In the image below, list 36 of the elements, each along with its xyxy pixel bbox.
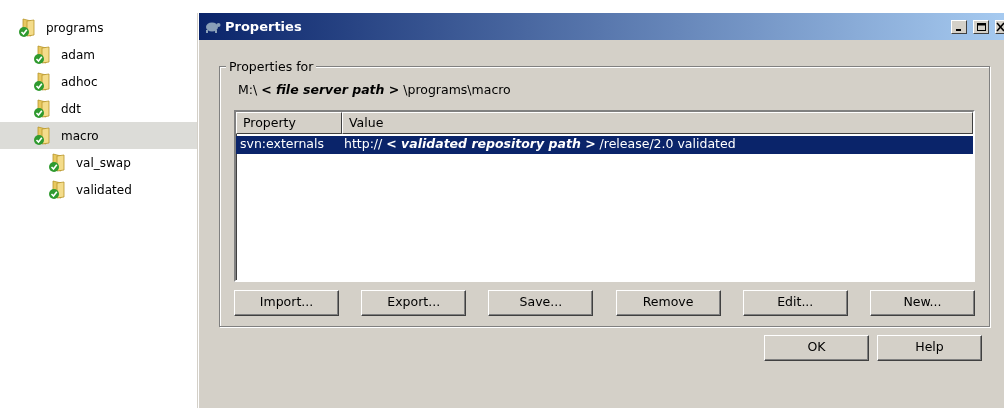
- dialog-title: Properties: [225, 17, 302, 36]
- folder-icon: [48, 179, 66, 200]
- dialog-button[interactable]: Remove: [615, 289, 721, 316]
- minimize-button[interactable]: [951, 19, 967, 34]
- tree-item[interactable]: validated: [0, 176, 198, 203]
- minimize-icon: [955, 28, 961, 31]
- folder-icon: [33, 71, 51, 92]
- tree-item[interactable]: ddt: [0, 95, 198, 122]
- table-cell-text: http:// < validated repository path > /release/2.0 validated: [343, 135, 736, 154]
- dialog-button[interactable]: Export...: [361, 289, 467, 316]
- table-cell-text: svn:externals: [239, 135, 325, 154]
- folder-icon: [48, 152, 66, 173]
- dialog-button[interactable]: Edit...: [742, 289, 848, 316]
- folder-icon: [33, 44, 51, 65]
- folder-icon: [33, 98, 51, 119]
- path-text: M:\ < file server path > \programs\macro: [238, 81, 512, 99]
- folder-icon: [33, 125, 51, 146]
- dialog-button[interactable]: Import...: [234, 289, 339, 316]
- maximize-button[interactable]: [973, 19, 989, 34]
- tree-item[interactable]: adhoc: [0, 68, 198, 95]
- column-header[interactable]: Value: [342, 111, 973, 134]
- tree-item[interactable]: val_swap: [0, 149, 198, 176]
- tree-item[interactable]: macro: [0, 122, 198, 149]
- dialog-button[interactable]: Save...: [488, 289, 594, 316]
- group-label: Properties for: [226, 58, 317, 77]
- maximize-icon: [976, 22, 986, 31]
- close-button[interactable]: [995, 19, 1004, 34]
- folder-icon: [18, 17, 36, 38]
- tree-item[interactable]: programs: [0, 14, 198, 41]
- close-icon: [996, 21, 1004, 32]
- tree-item[interactable]: adam: [0, 41, 198, 68]
- dialog-button[interactable]: OK: [764, 334, 869, 361]
- column-header[interactable]: Property: [236, 111, 342, 134]
- dialog-button[interactable]: New...: [869, 289, 975, 316]
- dialog-button[interactable]: Help: [877, 334, 982, 361]
- list-row[interactable]: svn:externals http:// < validated repository path > /release/2.0 validated: [236, 135, 973, 154]
